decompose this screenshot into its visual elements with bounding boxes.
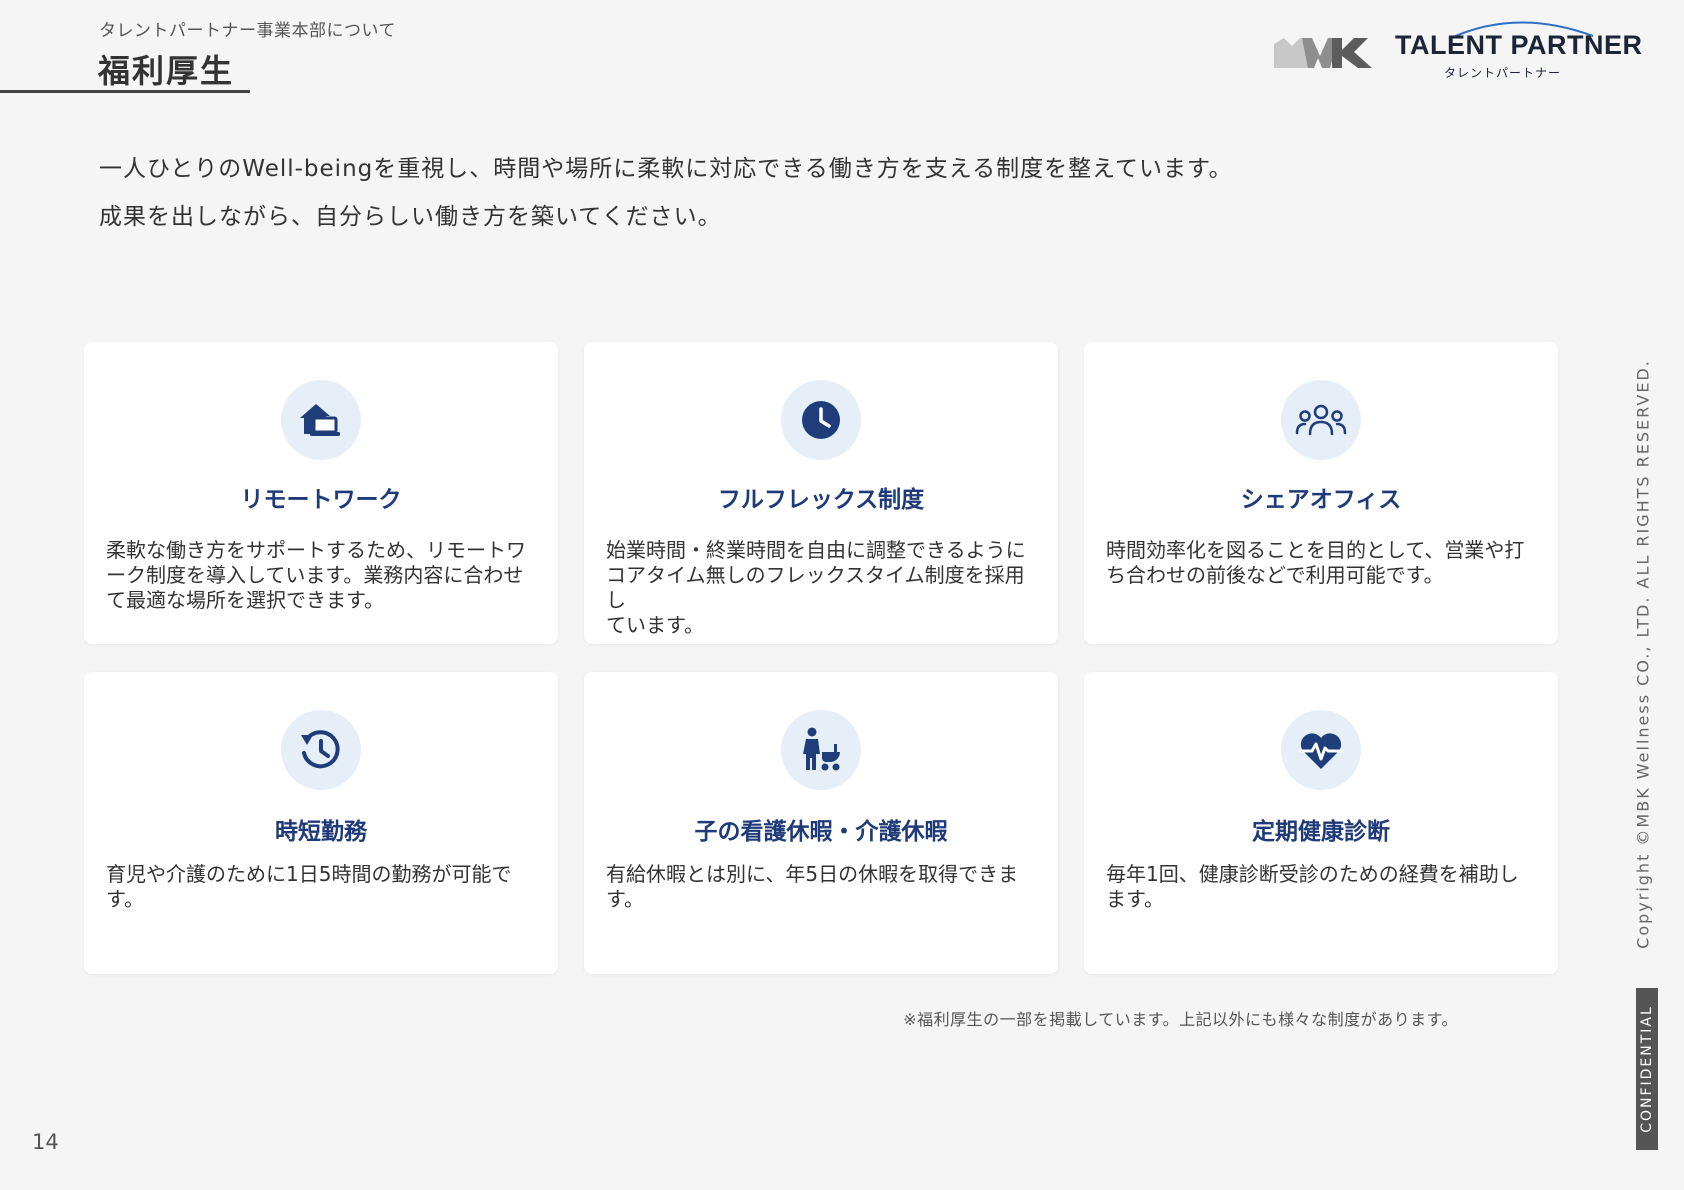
icon-circle (281, 380, 361, 460)
logo-subtext: タレントパートナー (1444, 66, 1562, 80)
card-description: 柔軟な働き方をサポートするため、リモートワ ーク制度を導入しています。業務内容に… (106, 538, 536, 613)
desc-line: ち合わせの前後などで利用可能です。 (1106, 563, 1444, 587)
desc-line: て最適な場所を選択できます。 (106, 588, 384, 612)
history-clock-icon (301, 730, 340, 769)
card-description: 毎年1回、健康診断受診のための経費を補助し ます。 (1106, 862, 1536, 912)
card-title: シェアオフィス (1240, 487, 1402, 513)
desc-line: 育児や介護のために1日5時間の勤務が可能で (106, 862, 512, 886)
mwk-logo-mark (1274, 38, 1372, 68)
benefit-card-short-hours: 時短勤務 育児や介護のために1日5時間の勤務が可能で す。 (84, 672, 558, 974)
icon-circle (1281, 380, 1361, 460)
lead-line-2: 成果を出しながら、自分らしい働き方を築いてください。 (99, 204, 722, 230)
icon-circle (1281, 710, 1361, 790)
desc-line: 毎年1回、健康診断受診のための経費を補助し (1106, 862, 1519, 886)
clock-icon (802, 401, 840, 439)
title-underline (0, 90, 250, 93)
desc-line: 有給休暇とは別に、年5日の休暇を取得できま (606, 862, 1019, 886)
icon-circle (781, 710, 861, 790)
confidential-label: CONFIDENTIAL (1639, 1005, 1655, 1133)
logo-text: TALENT PARTNER (1395, 30, 1643, 60)
confidential-badge: CONFIDENTIAL (1636, 988, 1658, 1150)
desc-line: す。 (606, 887, 644, 911)
card-description: 時間効率化を図ることを目的として、営業や打 ち合わせの前後などで利用可能です。 (1106, 538, 1536, 588)
icon-circle (781, 380, 861, 460)
desc-line: ています。 (606, 613, 704, 637)
benefit-card-full-flex: フルフレックス制度 始業時間・終業時間を自由に調整できるように コアタイム無しの… (584, 342, 1058, 644)
card-title: 子の看護休暇・介護休暇 (694, 819, 948, 845)
icon-circle (281, 710, 361, 790)
desc-line: ーク制度を導入しています。業務内容に合わせ (106, 563, 524, 587)
benefit-card-share-office: シェアオフィス 時間効率化を図ることを目的として、営業や打 ち合わせの前後などで… (1084, 342, 1558, 644)
benefit-card-care-leave: 子の看護休暇・介護休暇 有給休暇とは別に、年5日の休暇を取得できま す。 (584, 672, 1058, 974)
card-title: 定期健康診断 (1252, 819, 1390, 845)
lead-line-1: 一人ひとりのWell-beingを重視し、時間や場所に柔軟に対応できる働き方を支… (99, 156, 1233, 182)
card-description: 有給休暇とは別に、年5日の休暇を取得できま す。 (606, 862, 1036, 912)
page-number: 14 (32, 1130, 59, 1154)
people-icon (1295, 404, 1347, 436)
desc-line: 時間効率化を図ることを目的として、営業や打 (1106, 538, 1525, 562)
footnote: ※福利厚生の一部を掲載しています。上記以外にも様々な制度があります。 (903, 1010, 1458, 1029)
benefit-card-health-checkup: 定期健康診断 毎年1回、健康診断受診のための経費を補助し ます。 (1084, 672, 1558, 974)
desc-line: 始業時間・終業時間を自由に調整できるように (606, 538, 1026, 562)
card-title: リモートワーク (240, 487, 402, 513)
heart-pulse-icon (1298, 733, 1344, 769)
desc-line: ます。 (1106, 887, 1164, 911)
desc-line: す。 (106, 887, 144, 911)
home-laptop-icon (300, 404, 340, 436)
benefit-card-remote-work: リモートワーク 柔軟な働き方をサポートするため、リモートワ ーク制度を導入してい… (84, 342, 558, 644)
page-title: 福利厚生 (98, 52, 235, 90)
card-description: 育児や介護のために1日5時間の勤務が可能で す。 (106, 862, 536, 912)
breadcrumb: タレントパートナー事業本部について (99, 21, 396, 41)
desc-line: 柔軟な働き方をサポートするため、リモートワ (106, 538, 526, 562)
parent-stroller-icon (803, 727, 840, 771)
card-title: 時短勤務 (275, 819, 367, 845)
company-logo: TALENT PARTNER タレントパートナー (1272, 16, 1642, 86)
desc-line: コアタイム無しのフレックスタイム制度を採用し (606, 563, 1025, 612)
card-description: 始業時間・終業時間を自由に調整できるように コアタイム無しのフレックスタイム制度… (606, 538, 1036, 638)
card-title: フルフレックス制度 (717, 487, 925, 513)
lead-text: 一人ひとりのWell-beingを重視し、時間や場所に柔軟に対応できる働き方を支… (99, 145, 1233, 241)
copyright-notice: Copyright ©MBK Wellness CO., LTD. ALL RI… (1633, 359, 1653, 949)
